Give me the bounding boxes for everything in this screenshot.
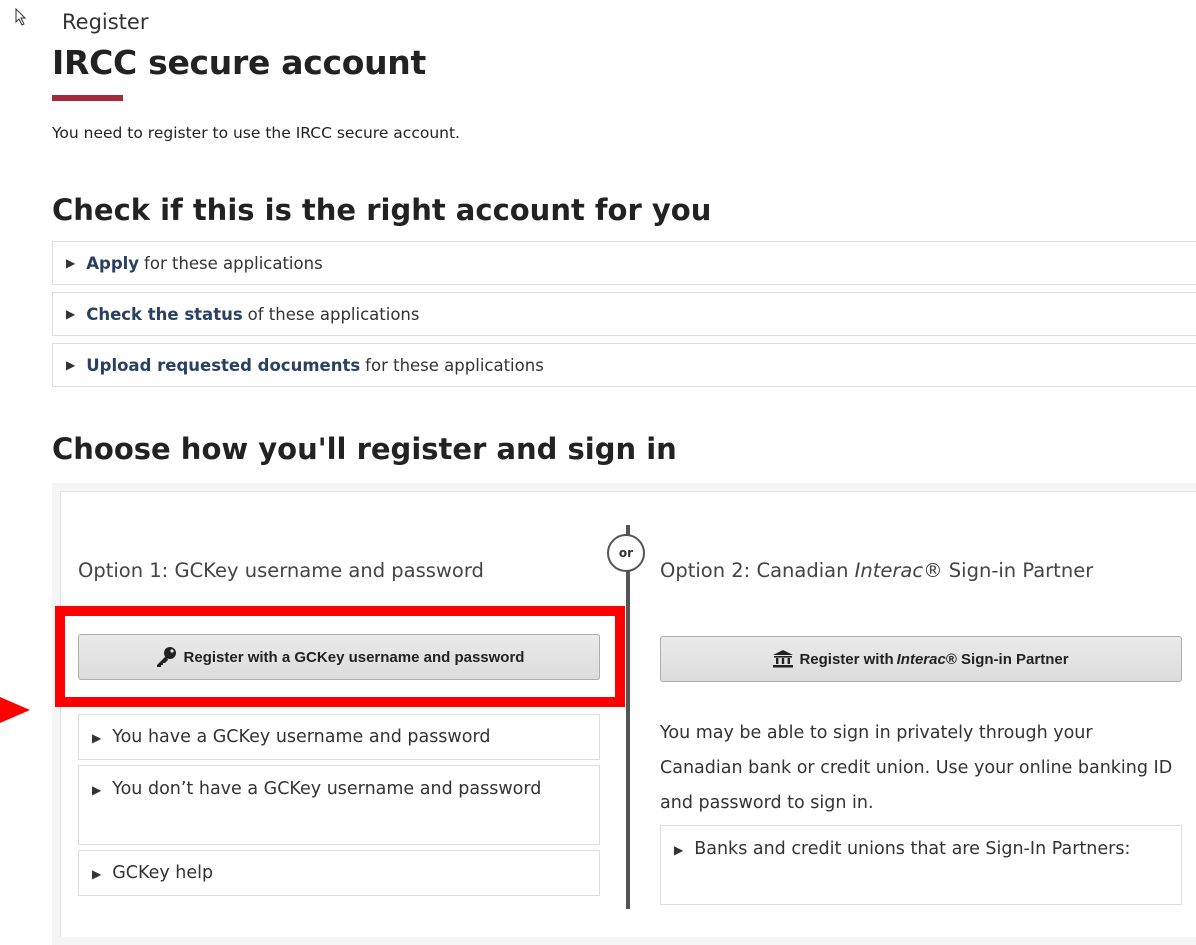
title-underline [52,95,123,101]
triangle-right-icon: ▶ [92,867,102,881]
details-label-rest: for these applications [365,355,544,375]
section-heading-choose: Choose how you'll register and sign in [52,432,677,466]
annotation-arrow-icon [0,697,30,723]
bank-icon [773,650,794,668]
section-heading-check: Check if this is the right account for y… [52,193,712,227]
option2-title-em: Interac [854,559,924,582]
details-sign-in-partners[interactable]: ▶ Banks and credit unions that are Sign-I… [660,825,1182,905]
options-divider [626,525,630,909]
details-check-status[interactable]: ▶ Check the status of these applications [52,292,1196,336]
details-gckey-help[interactable]: ▶ GCKey help [78,850,600,896]
details-label-rest: of these applications [247,304,420,324]
option2-description: You may be able to sign in privately thr… [660,723,1173,813]
details-upload-documents[interactable]: ▶ Upload requested documents for these a… [52,343,1196,387]
triangle-right-icon: ▶ [66,256,76,270]
register-interac-button[interactable]: Register with Interac ® Sign-in Partner [660,636,1182,682]
option1-title: Option 1: GCKey username and password [78,559,484,582]
details-label-bold: Upload requested documents [86,355,361,375]
details-label: Banks and credit unions that are Sign-In… [694,839,1131,859]
details-label: GCKey help [112,863,214,883]
details-label-rest: for these applications [144,253,323,273]
details-have-gckey[interactable]: ▶ You have a GCKey username and password [78,714,600,760]
option2-title: Option 2: Canadian Interac® Sign-in Part… [660,559,1093,582]
details-no-gckey[interactable]: ▶ You don’t have a GCKey username and pas… [78,765,600,845]
details-label: You don’t have a GCKey username and pass… [112,779,542,799]
details-label-bold: Check the status [86,304,243,324]
details-apply[interactable]: ▶ Apply for these applications [52,241,1196,285]
or-badge: or [607,534,645,572]
annotation-highlight-box [55,606,625,707]
intro-text: You need to register to use the IRCC sec… [52,124,460,142]
mouse-pointer-icon [15,8,27,26]
triangle-right-icon: ▶ [66,307,76,321]
breadcrumb: Register [62,10,149,34]
register-interac-label-post: ® Sign-in Partner [945,650,1069,668]
triangle-right-icon: ▶ [66,358,76,372]
triangle-right-icon: ▶ [92,731,102,745]
details-label-bold: Apply [86,253,140,273]
details-label: You have a GCKey username and password [112,727,491,747]
triangle-right-icon: ▶ [92,783,102,797]
page-title: IRCC secure account [52,43,426,82]
option2-title-post: ® Sign-in Partner [923,559,1094,582]
register-interac-label-pre: Register with [799,650,894,668]
register-interac-label-em: Interac [896,650,946,668]
triangle-right-icon: ▶ [674,843,684,857]
option2-title-pre: Option 2: Canadian [660,559,855,582]
